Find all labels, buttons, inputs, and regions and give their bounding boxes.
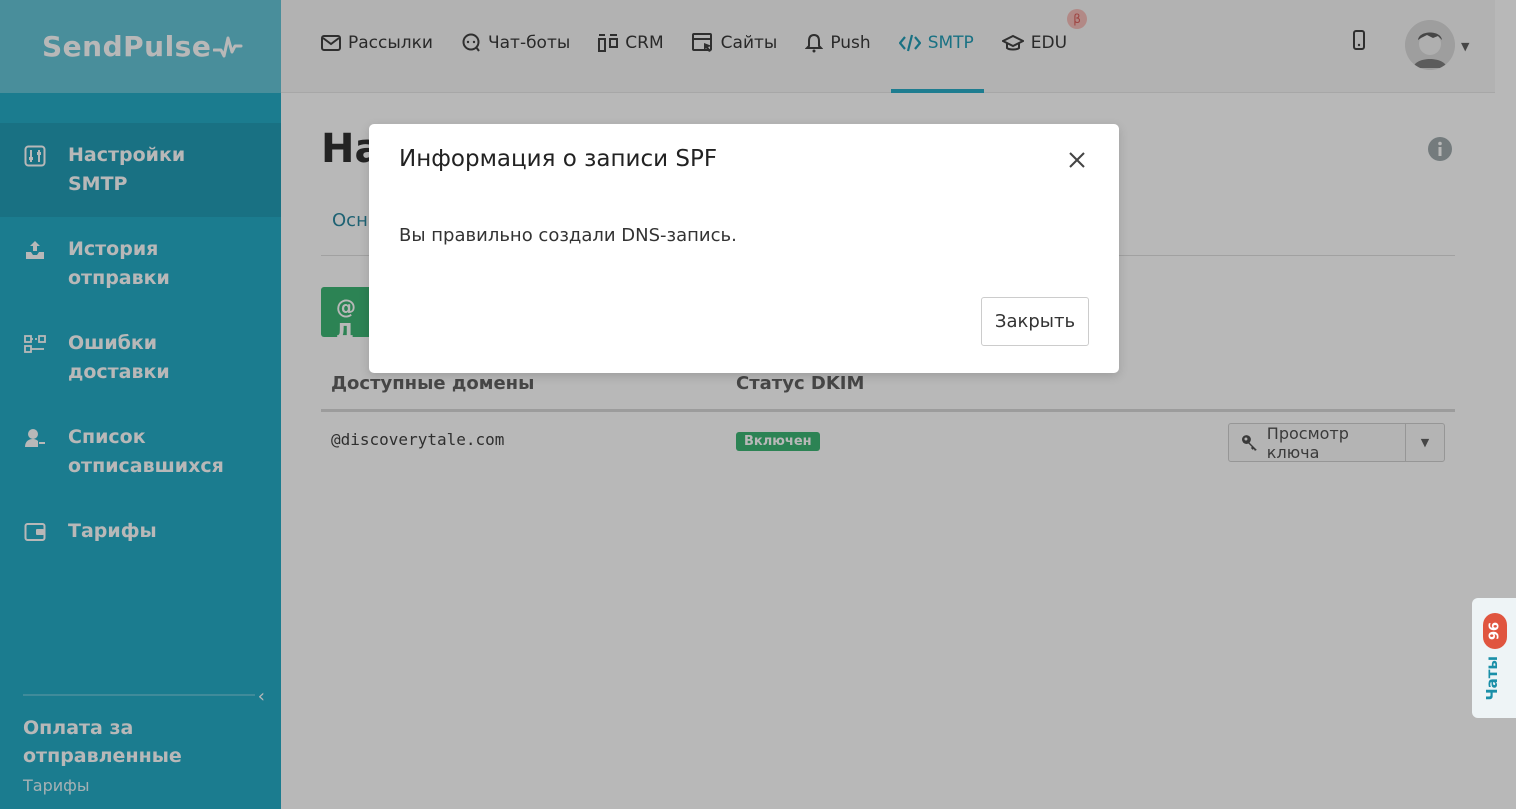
close-icon[interactable] [1066, 149, 1088, 171]
spf-info-modal: Информация о записи SPF Вы правильно соз… [369, 124, 1119, 373]
close-button[interactable]: Закрыть [981, 297, 1089, 346]
chat-widget[interactable]: 96 Чаты [1472, 598, 1516, 718]
modal-title: Информация о записи SPF [399, 146, 718, 172]
chat-widget-label: Чаты [1483, 656, 1501, 701]
modal-backdrop[interactable] [0, 0, 1516, 809]
chat-count-badge: 96 [1483, 613, 1507, 649]
modal-body-text: Вы правильно создали DNS-запись. [399, 225, 737, 246]
